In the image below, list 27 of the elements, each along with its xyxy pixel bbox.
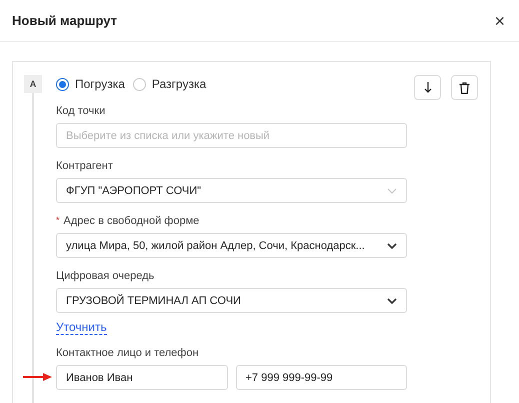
field-label: Адрес в свободной форме xyxy=(64,215,200,227)
trash-icon xyxy=(459,82,470,94)
chevron-icon xyxy=(387,188,397,194)
radio-icon[interactable] xyxy=(56,78,69,90)
move-down-button[interactable] xyxy=(414,75,441,100)
field-label: Контактное лицо и телефон xyxy=(56,347,200,359)
select-field[interactable]: ГРУЗОВОЙ ТЕРМИНАЛ АП СОЧИ xyxy=(56,288,407,313)
select-field[interactable]: улица Мира, 50, жилой район Адлер, Сочи, Краснодарск... xyxy=(56,233,407,258)
dialog-title: Новый маршрут xyxy=(12,13,118,28)
field-label: Цифровая очередь xyxy=(56,270,156,282)
arrow-down-icon xyxy=(424,82,432,93)
point-badge: A xyxy=(24,75,42,93)
refine-link[interactable]: Уточнить xyxy=(56,320,107,335)
input-field[interactable]: Иванов Иван xyxy=(56,365,228,390)
input-field[interactable]: +7 999 999-99-99 xyxy=(236,365,407,390)
field-label: Код точки xyxy=(56,105,106,117)
field-label: Контрагент xyxy=(56,160,114,172)
radio-icon[interactable] xyxy=(132,78,146,90)
chevron-icon xyxy=(387,242,397,248)
close-button[interactable]: × xyxy=(494,12,505,30)
radio-option[interactable]: Погрузка xyxy=(56,77,125,91)
radio-option[interactable]: Разгрузка xyxy=(132,77,206,91)
chevron-icon xyxy=(387,298,397,304)
arrow-icon xyxy=(23,373,52,381)
delete-button[interactable] xyxy=(451,75,478,100)
required-mark: * xyxy=(56,215,60,225)
select-field[interactable]: ФГУП "АЭРОПОРТ СОЧИ" xyxy=(56,178,407,203)
